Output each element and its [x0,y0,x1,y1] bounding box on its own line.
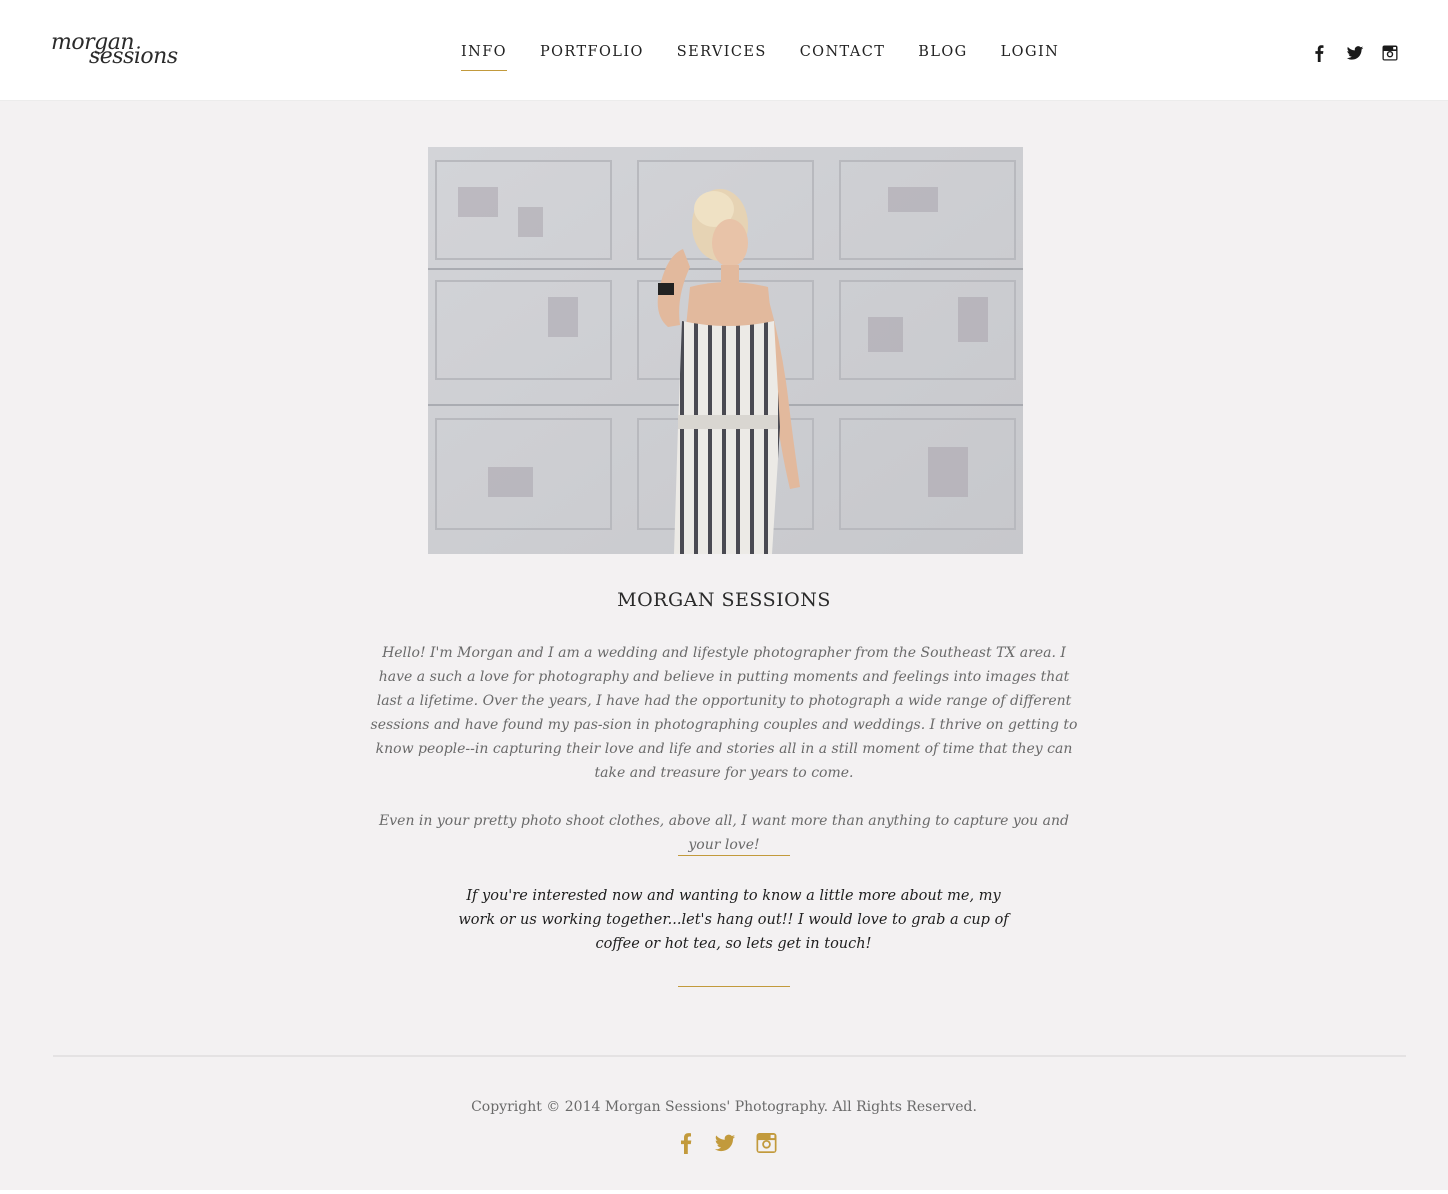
contact-invitation: If you're interested now and wanting to … [458,888,1009,952]
nav-item-services[interactable]: SERVICES [677,44,767,68]
nav-item-info[interactable]: INFO [461,44,507,71]
bio-paragraph: Even in your pretty photo shoot clothes,… [379,813,1069,853]
page-title: MORGAN SESSIONS [617,589,831,611]
nav-item-login[interactable]: LOGIN [1001,44,1060,68]
instagram-icon[interactable] [756,1132,777,1154]
bio: Hello! I'm Morgan and I am a wedding and… [366,641,1082,881]
divider [678,986,790,987]
footer-social-links [680,1132,777,1154]
footer-divider [53,1055,1406,1057]
bio-paragraph: Hello! I'm Morgan and I am a wedding and… [370,645,1078,781]
nav-item-portfolio[interactable]: PORTFOLIO [540,44,644,68]
site-header: morgan sessions INFO PORTFOLIO SERVICES … [0,0,1448,101]
twitter-icon[interactable] [1346,44,1364,62]
main-nav: INFO PORTFOLIO SERVICES CONTACT BLOG LOG… [461,44,1092,71]
page-bottom-bar [0,1190,1448,1194]
facebook-icon[interactable] [1312,44,1326,62]
profile-photo [428,147,1023,554]
nav-item-contact[interactable]: CONTACT [800,44,886,68]
twitter-icon[interactable] [714,1132,736,1154]
copyright-text: Copyright © 2014 Morgan Sessions' Photog… [471,1099,977,1115]
instagram-icon[interactable] [1382,45,1398,61]
nav-item-blog[interactable]: BLOG [918,44,967,68]
facebook-icon[interactable] [680,1132,692,1154]
logo-line-2: sessions [89,44,178,69]
divider [678,855,790,856]
logo[interactable]: morgan sessions [51,30,196,72]
header-social-links [1312,44,1414,62]
